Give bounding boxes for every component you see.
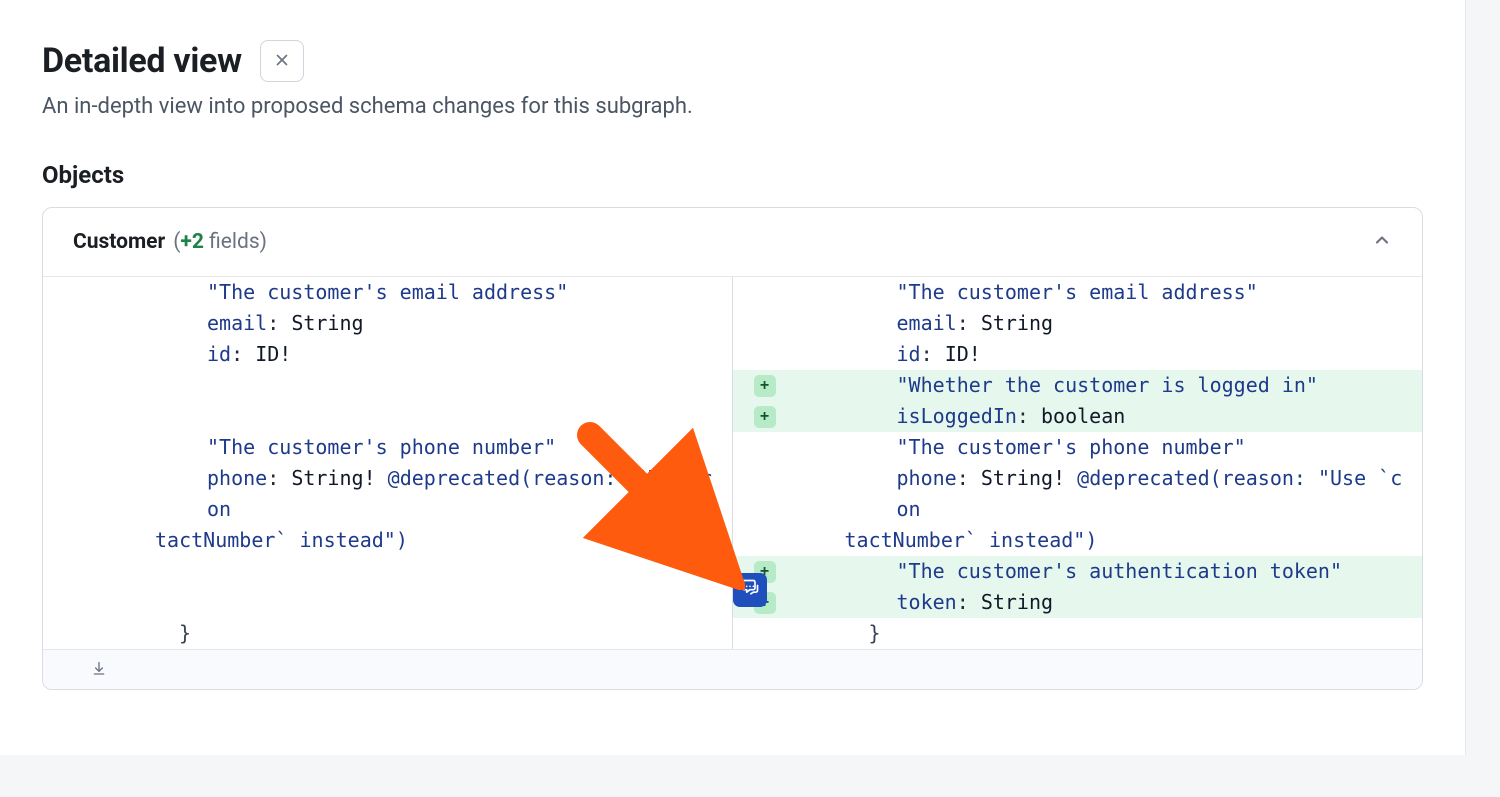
- diff-line[interactable]: +"The customer's authentication token": [733, 556, 1423, 587]
- diff-line[interactable]: [43, 587, 732, 618]
- chevron-up-icon: [1372, 230, 1392, 254]
- section-heading: Objects: [42, 161, 1423, 189]
- diff-line[interactable]: "The customer's phone number": [733, 432, 1423, 463]
- diff-line[interactable]: [43, 556, 732, 587]
- diff-line[interactable]: +isLoggedIn: boolean: [733, 401, 1423, 432]
- diff-line[interactable]: "The customer's phone number": [43, 432, 732, 463]
- plus-icon: +: [754, 375, 776, 397]
- diff-line[interactable]: email: String: [43, 308, 732, 339]
- plus-icon: +: [754, 406, 776, 428]
- diff-line[interactable]: id: ID!: [43, 339, 732, 370]
- diff-line[interactable]: phone: String! @deprecated(reason: "Use …: [733, 463, 1423, 525]
- object-card: Customer (+2 fields) "The customer's ema…: [42, 207, 1423, 690]
- diff-column-right: "The customer's email address"email: Str…: [733, 277, 1423, 649]
- field-count: (+2 fields): [173, 230, 267, 254]
- diff-line[interactable]: tactNumber` instead"): [43, 525, 732, 556]
- detailed-view-panel: Detailed view An in-depth view into prop…: [0, 0, 1466, 755]
- diff-line[interactable]: [43, 401, 732, 432]
- diff-line[interactable]: "The customer's email address": [43, 277, 732, 308]
- diff-line[interactable]: }: [733, 618, 1423, 649]
- diff-line[interactable]: email: String: [733, 308, 1423, 339]
- add-comment-button[interactable]: [733, 573, 767, 607]
- diff-line[interactable]: tactNumber` instead"): [733, 525, 1423, 556]
- object-name: Customer: [73, 230, 165, 254]
- page-subtitle: An in-depth view into proposed schema ch…: [42, 94, 1423, 119]
- close-button[interactable]: [260, 40, 304, 82]
- page-title: Detailed view: [42, 41, 242, 81]
- diff-line[interactable]: }: [43, 618, 732, 649]
- expand-down-button[interactable]: [43, 649, 1422, 689]
- diff-line[interactable]: +"Whether the customer is logged in": [733, 370, 1423, 401]
- expand-down-icon: [91, 660, 107, 680]
- object-card-header[interactable]: Customer (+2 fields): [43, 208, 1422, 277]
- comment-icon: [740, 578, 760, 602]
- diff-line[interactable]: [43, 370, 732, 401]
- diff-line[interactable]: "The customer's email address": [733, 277, 1423, 308]
- diff-line[interactable]: +token: String: [733, 587, 1423, 618]
- header-row: Detailed view: [42, 40, 1423, 82]
- object-card-title: Customer (+2 fields): [73, 230, 267, 254]
- close-icon: [273, 51, 291, 72]
- diff-line[interactable]: phone: String! @deprecated(reason: "Use …: [43, 463, 732, 525]
- diff-column-left: "The customer's email address"email: Str…: [43, 277, 733, 649]
- diff-line[interactable]: id: ID!: [733, 339, 1423, 370]
